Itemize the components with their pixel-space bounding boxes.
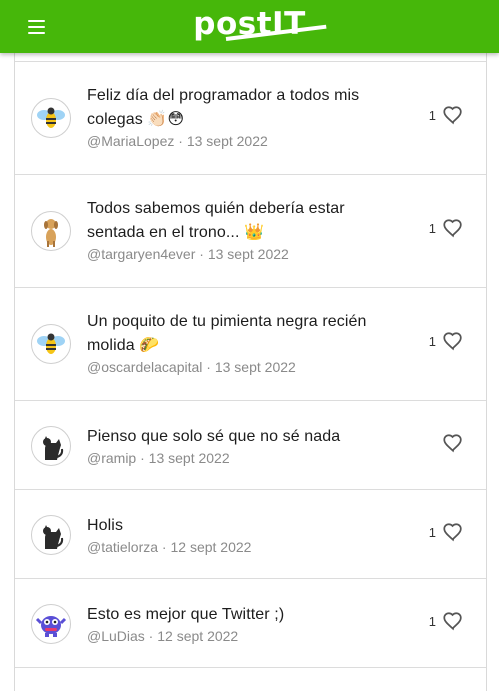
post-meta: @ramip · 13 sept 2022 (87, 450, 230, 466)
heart-outline-icon[interactable] (442, 217, 464, 239)
post-date: 13 sept 2022 (214, 359, 296, 375)
post-date: 12 sept 2022 (170, 539, 252, 555)
post-meta: @targaryen4ever · 13 sept 2022 (87, 246, 289, 262)
like-control (422, 432, 464, 454)
post-item[interactable]: Holis @tatielorza · 12 sept 2022 1 (15, 490, 486, 579)
heart-outline-icon[interactable] (442, 330, 464, 352)
post-text: Feliz día del programador a todos mis co… (87, 87, 360, 128)
post-meta: @MariaLopez · 13 sept 2022 (87, 133, 268, 149)
post-item[interactable]: Esto es mejor que Twitter ;) @LuDias · 1… (15, 579, 486, 668)
cat-avatar[interactable] (31, 426, 71, 466)
post-item[interactable]: Un poquito de tu pimienta negra recién m… (15, 288, 486, 401)
post-meta: @oscardelacapital · 13 sept 2022 (87, 359, 296, 375)
like-count: 1 (428, 220, 436, 236)
post-date: 13 sept 2022 (207, 246, 289, 262)
app-bar: postIT (0, 0, 499, 53)
post-text: Holis (87, 517, 124, 534)
heart-outline-icon[interactable] (442, 521, 464, 543)
heart-outline-icon[interactable] (442, 432, 464, 454)
post-username[interactable]: @tatielorza (87, 539, 158, 555)
cat-avatar[interactable] (31, 515, 71, 555)
like-control: 1 (422, 330, 464, 352)
post-username[interactable]: @targaryen4ever (87, 246, 195, 262)
heart-outline-icon[interactable] (442, 104, 464, 126)
bee-avatar[interactable] (31, 98, 71, 138)
like-count: 1 (428, 613, 436, 629)
post-meta: @LuDias · 12 sept 2022 (87, 628, 239, 644)
post-text: Esto es mejor que Twitter ;) (87, 606, 285, 623)
like-count: 1 (428, 333, 436, 349)
post-text: Pienso que solo sé que no sé nada (87, 428, 341, 445)
like-control: 1 (422, 610, 464, 632)
post-username[interactable]: @MariaLopez (87, 133, 174, 149)
post-username[interactable]: @LuDias (87, 628, 145, 644)
like-control: 1 (422, 104, 464, 126)
post-item[interactable]: Pienso que solo sé que no sé nada @ramip… (15, 401, 486, 490)
monster-avatar[interactable] (31, 604, 71, 644)
dog-avatar[interactable] (31, 211, 71, 251)
menu-icon[interactable] (24, 15, 48, 39)
heart-outline-icon[interactable] (442, 610, 464, 632)
post-item[interactable]: Feliz día del programador a todos mis co… (15, 62, 486, 175)
like-count: 1 (428, 524, 436, 540)
post-username[interactable]: @oscardelacapital (87, 359, 202, 375)
post-date: 13 sept 2022 (186, 133, 268, 149)
like-control: 1 (422, 521, 464, 543)
bee-avatar[interactable] (31, 324, 71, 364)
post-text: Un poquito de tu pimienta negra recién m… (87, 313, 367, 354)
post-meta: @tatielorza · 12 sept 2022 (87, 539, 252, 555)
like-count: 1 (428, 107, 436, 123)
post-date: 13 sept 2022 (148, 450, 230, 466)
post-item[interactable]: Todos sabemos quién debería estar sentad… (15, 175, 486, 288)
like-control: 1 (422, 217, 464, 239)
post-date: 12 sept 2022 (157, 628, 239, 644)
post-feed: Feliz día del programador a todos mis co… (14, 53, 487, 691)
post-text: Todos sabemos quién debería estar sentad… (87, 200, 345, 241)
post-username[interactable]: @ramip (87, 450, 136, 466)
